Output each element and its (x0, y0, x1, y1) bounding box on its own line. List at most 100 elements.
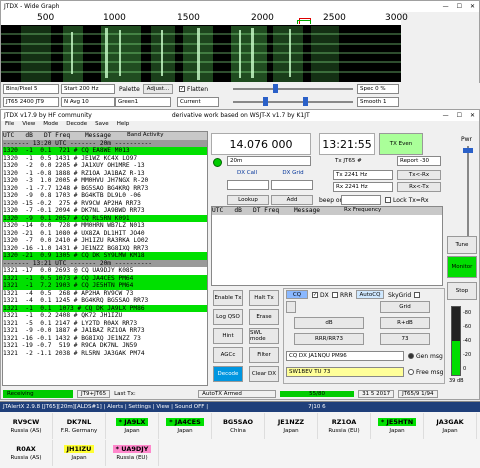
decode-button[interactable]: Decode (213, 366, 243, 382)
skygrid-checkbox[interactable] (414, 292, 420, 298)
decode-row[interactable]: 1321 -16 -0.1 1432 # BG8IXQ JE1NZZ 73 (3, 335, 207, 343)
slider-handle[interactable] (463, 148, 473, 153)
grid-button[interactable]: Grid (380, 301, 430, 313)
tab-cq[interactable]: CQ (286, 290, 308, 299)
decode-row[interactable]: 1321 -1 7.2 1903 # CQ JE5HTN PM64 (3, 282, 207, 290)
callsign[interactable]: BG5SAO (220, 418, 256, 426)
r-db-button[interactable]: R+dB (380, 317, 430, 329)
callsign[interactable]: JE1NZZ (275, 418, 307, 426)
dx-call-input[interactable] (227, 180, 269, 190)
slider-handle[interactable] (303, 97, 308, 106)
swl-mode-button[interactable]: SWL mode (249, 328, 279, 344)
decode-row[interactable]: 1320 -16 -1.0 1431 # JE1NZZ BG8IXQ RR73 (3, 245, 207, 253)
callsign-cell[interactable]: JE1NZZ Japan (265, 413, 318, 439)
callsign-cell[interactable]: * JE5HTN Japan (371, 413, 424, 439)
clear-dx-button[interactable]: Clear DX (249, 366, 279, 382)
decode-row[interactable]: 1320 -3 1.0 2005 # MM0HVU JH7NGX R-20 (3, 177, 207, 185)
menu-view[interactable]: View (22, 121, 35, 130)
report-spinbox[interactable]: Report -30 (397, 156, 441, 166)
tune-button[interactable]: Tune (447, 236, 477, 254)
rx-freq-spinbox[interactable]: Rx 2241 Hz (333, 182, 393, 192)
73-button[interactable]: 73 (380, 333, 430, 345)
tx-freq-spinbox[interactable]: Tx 2241 Hz (333, 170, 393, 180)
gen-msg-radio[interactable] (408, 353, 414, 359)
callsign[interactable]: DK7NL (64, 418, 95, 426)
display-mode-dropdown[interactable]: Current (177, 97, 219, 107)
decode-row[interactable]: 1321 -1 0.5 1073 # CQ JA4CES PM64 (3, 274, 207, 282)
decode-row[interactable]: 1321 -1 0.1 1073 # CQ DK JA9LX PM86 (3, 304, 207, 312)
gen-msg-input[interactable]: CQ DX JA1NQU PM96 (286, 351, 404, 361)
slider-handle[interactable] (273, 84, 278, 93)
maximize-icon[interactable]: ☐ (457, 112, 462, 119)
dx-checkbox[interactable]: ✓ (312, 292, 318, 298)
waterfall[interactable] (1, 26, 401, 82)
decode-row[interactable]: 1320 -1 -7.7 1248 # BG5SAO BG4KRQ RR73 (3, 185, 207, 193)
free-msg-input[interactable]: SW1BEV TU 73 (286, 367, 404, 377)
smooth-spinbox[interactable]: Smooth 1 (357, 97, 399, 107)
callsign[interactable]: RZ1OA (329, 418, 360, 426)
callsign[interactable]: JA3GAK (433, 418, 466, 426)
decode-row[interactable]: 1321 -9 -0.0 1887 # JA1BAZ RZ1OA RR73 (3, 327, 207, 335)
close-icon[interactable]: ✕ (470, 112, 475, 119)
decode-row[interactable]: 1320 -1 0.5 1431 # JE1WZ KC4X LO97 (3, 155, 207, 163)
monitor-button[interactable]: Monitor (447, 256, 477, 278)
decode-row[interactable]: 1320 -1 0.1 721 # CQ EA8WE M013 (3, 147, 207, 155)
minimize-icon[interactable]: — (443, 3, 449, 10)
callsign[interactable]: * JE5HTN (377, 418, 417, 426)
decode-row[interactable]: 1320 -21 0.9 1305 # CQ DK SY9LMW KM18 (3, 252, 207, 260)
decode-row[interactable]: 1320 -9 0.1 2057 # CQ RL5RN K091 (3, 214, 207, 222)
callsign-cell[interactable]: JH1IZU Japan (53, 440, 106, 466)
tx-even-button[interactable]: TX Even (379, 133, 423, 155)
decode-row[interactable]: 1321 -19 -0.7 519 # R9CA DK7NL JN59 (3, 342, 207, 350)
decode-row[interactable]: 1321 -2 -1.1 2038 # RL5RN JA3GAK PM74 (3, 350, 207, 358)
erase-button[interactable]: Erase (249, 309, 279, 325)
lock-tx-rx-checkbox[interactable] (385, 197, 391, 203)
enable-tx-button[interactable]: Enable Tx (213, 290, 243, 306)
callsign-cell[interactable]: * JA4CES Japan (159, 413, 212, 439)
decode-row[interactable]: 1320 -9 0.8 1703 # BG4KTB DL9L0 -06 (3, 192, 207, 200)
lookup-button[interactable]: Lookup (227, 195, 269, 205)
callsign[interactable]: JH1IZU (63, 445, 95, 453)
decode-row[interactable]: 1320 -1 -0.8 1888 # RZ1OA JA1BAZ R-13 (3, 170, 207, 178)
decode-row[interactable]: 1321 -4 0.1 1245 # BG4KRQ BG5SAO RR73 (3, 297, 207, 305)
menu-mode[interactable]: Mode (43, 121, 58, 130)
n-avg-spinbox[interactable]: N Avg 10 (61, 97, 115, 107)
decode-row[interactable]: 1321 -17 0.0 2693 @ CQ UA9DJY K085 (3, 267, 207, 275)
menu-save[interactable]: Save (95, 121, 109, 130)
decode-row[interactable]: 1321 -4 0.5 268 # AP2HA RV9CW 73 (3, 290, 207, 298)
rrr-rr73-button[interactable]: RRR/RR73 (294, 333, 364, 345)
menu-decode[interactable]: Decode (66, 121, 87, 130)
menu-help[interactable]: Help (117, 121, 130, 130)
callsign-cell[interactable]: RZ1OA Russia (EU) (318, 413, 371, 439)
callsign[interactable]: * JA4CES (166, 418, 204, 426)
pwr-slider[interactable] (463, 146, 473, 236)
stop-button[interactable]: Stop (447, 282, 477, 300)
decode-row[interactable]: 1320 -14 0.0 728 # MM0HRN WB7LZ N013 (3, 222, 207, 230)
rx-from-tx-button[interactable]: Rx<-Tx (397, 182, 441, 192)
decode-row[interactable]: 1320 -2 0.0 2205 # JA1XUY OH1MRE -13 (3, 162, 207, 170)
rx-frequency-pane[interactable]: UTC dB DT Freq Message Rx Frequency (211, 206, 443, 286)
callsign-cell[interactable]: DK7NL F.R. Germany (53, 413, 106, 439)
halt-tx-button[interactable]: Halt Tx (249, 290, 279, 306)
start-hz-spinbox[interactable]: Start 200 Hz (61, 84, 115, 94)
filter-button[interactable]: Filter (249, 347, 279, 363)
callsign[interactable]: R0AX (13, 445, 39, 453)
spec-percent-spinbox[interactable]: Spec 0 % (357, 84, 399, 94)
decode-row[interactable]: 1320 -21 0.1 1080 # UX8ZA DL1HIT JO40 (3, 230, 207, 238)
callsign-cell[interactable]: * UA9DJY Russia (EU) (106, 440, 159, 466)
decode-row[interactable]: 1321 -1 0.2 2408 # QK72 JH1IZU (3, 312, 207, 320)
log-qso-button[interactable]: Log QSO (213, 309, 243, 325)
adjust-button[interactable]: Adjust... (143, 84, 173, 94)
callsign-cell[interactable]: R0AX Russia (AS) (0, 440, 53, 466)
db-button[interactable]: dB (294, 317, 364, 329)
callsign-cell[interactable]: JA3GAK Japan (424, 413, 477, 439)
callsign[interactable]: * JA9LX (115, 418, 149, 426)
callsign[interactable]: * UA9DJY (112, 445, 152, 453)
callsign-cell[interactable]: * JA9LX Japan (106, 413, 159, 439)
free-msg-radio[interactable] (408, 369, 414, 375)
autocq-button[interactable]: AutoCQ (356, 290, 384, 299)
close-icon[interactable]: ✕ (470, 3, 475, 10)
tx-from-rx-button[interactable]: Tx<-Rx (397, 170, 441, 180)
minimize-icon[interactable]: — (443, 112, 449, 119)
gain-slider[interactable] (233, 84, 353, 93)
